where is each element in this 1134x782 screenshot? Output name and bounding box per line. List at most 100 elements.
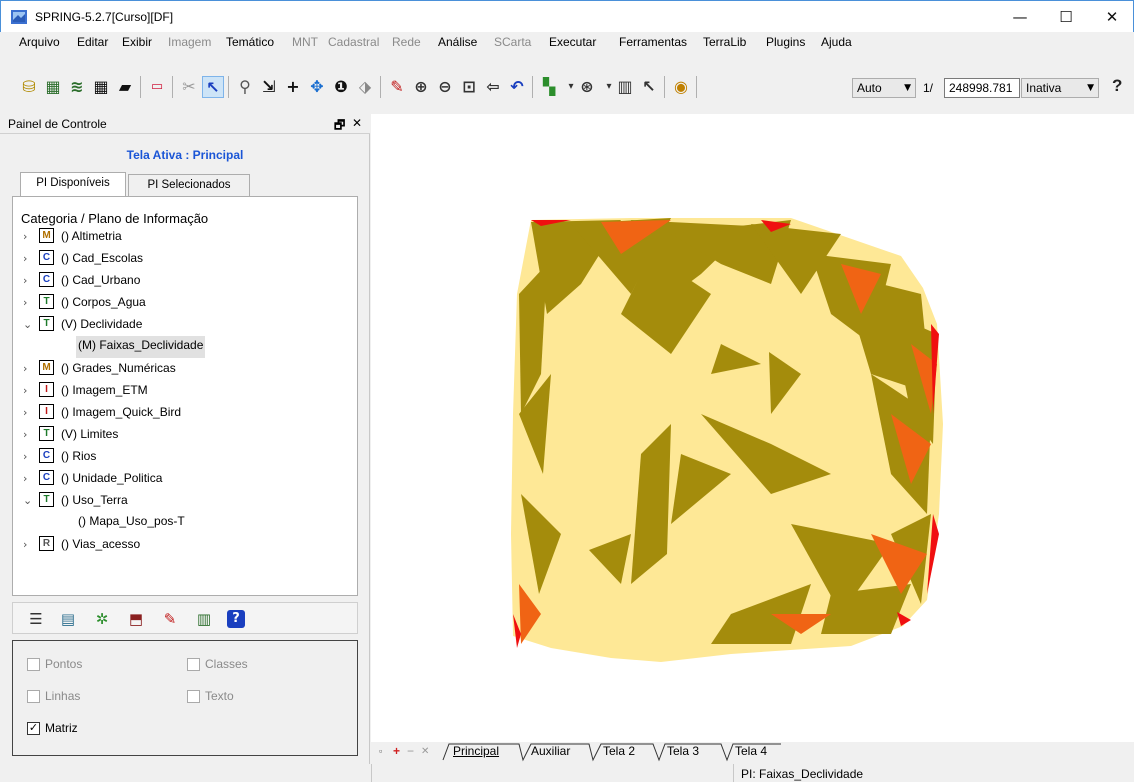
zoom-out-icon[interactable]: ⊖: [434, 76, 456, 98]
tree-item[interactable]: › I () Imagem_Quick_Bird: [23, 403, 343, 425]
remove-screen-icon[interactable]: −: [407, 744, 414, 758]
option-texto[interactable]: Texto: [187, 689, 234, 704]
cut-icon[interactable]: ✂: [178, 76, 200, 98]
menu-exibir[interactable]: Exibir: [122, 35, 152, 49]
list-icon[interactable]: ☰: [25, 608, 47, 630]
tree-item[interactable]: › R () Vias_acesso: [23, 535, 343, 557]
tree-item[interactable]: ⌄ T (V) Declividade: [23, 315, 343, 337]
menu-editar[interactable]: Editar: [77, 35, 108, 49]
tree-subitem[interactable]: () Mapa_Uso_pos-T: [76, 512, 187, 534]
tab-pi-selecionados[interactable]: PI Selecionados: [128, 174, 250, 197]
checkbox-texto[interactable]: [187, 690, 200, 704]
tree-subitem[interactable]: (M) Faixas_Declividade: [76, 336, 206, 358]
pen-icon[interactable]: ✎: [159, 608, 181, 630]
menu-ajuda[interactable]: Ajuda: [821, 35, 852, 49]
menu-mnt[interactable]: MNT: [292, 35, 318, 49]
screen-nav-icon[interactable]: ▫: [379, 746, 382, 756]
menu-imagem[interactable]: Imagem: [168, 35, 211, 49]
tree-item[interactable]: › C () Cad_Urbano: [23, 271, 343, 293]
project-icon[interactable]: ▦: [42, 76, 64, 98]
tag-icon[interactable]: ⬗: [354, 76, 376, 98]
help-icon[interactable]: ?: [227, 610, 245, 628]
window-icon[interactable]: ▭: [146, 76, 168, 98]
chevron-right-icon[interactable]: ›: [23, 230, 27, 243]
tree-item[interactable]: ⌄ T () Uso_Terra: [23, 491, 343, 513]
menu-tematico[interactable]: Temático: [226, 35, 274, 49]
edit-icon[interactable]: ⬒: [125, 608, 147, 630]
menu-cadastral[interactable]: Cadastral: [328, 35, 379, 49]
zoom-area-icon[interactable]: ⊡: [458, 76, 480, 98]
menu-executar[interactable]: Executar: [549, 35, 596, 49]
layers-icon[interactable]: ≋: [66, 76, 88, 98]
option-matriz[interactable]: ✓ Matriz: [27, 721, 78, 736]
tree-item[interactable]: › C () Cad_Escolas: [23, 249, 343, 271]
symbol-icon[interactable]: ⊛: [576, 76, 598, 98]
chevron-right-icon[interactable]: ›: [23, 362, 27, 375]
close-panel-icon[interactable]: ✕: [352, 116, 362, 130]
chevron-down-icon[interactable]: ⌄: [23, 318, 32, 331]
pointer-plus-icon[interactable]: ↖: [638, 76, 660, 98]
cursor-select-icon[interactable]: ↖: [202, 76, 224, 98]
tab-pi-disponiveis[interactable]: PI Disponíveis: [20, 172, 126, 197]
chevron-right-icon[interactable]: ›: [23, 252, 27, 265]
chart-icon[interactable]: ▥: [614, 76, 636, 98]
help-icon[interactable]: ?: [1112, 76, 1122, 96]
chevron-right-icon[interactable]: ›: [23, 406, 27, 419]
checkbox-pontos[interactable]: [27, 658, 40, 672]
legend-icon[interactable]: ▥: [193, 608, 215, 630]
checkbox-linhas[interactable]: [27, 690, 40, 704]
layer-toggle-icon[interactable]: ▚: [538, 76, 560, 98]
status-select[interactable]: Inativa ▼: [1021, 78, 1099, 98]
slope-map[interactable]: [371, 114, 1134, 742]
move-icon[interactable]: ✥: [306, 76, 328, 98]
tree-item[interactable]: › M () Grades_Numéricas: [23, 359, 343, 381]
map-canvas[interactable]: [371, 114, 1134, 742]
menu-terralib[interactable]: TerraLib: [703, 35, 746, 49]
database-icon[interactable]: ⛁: [18, 76, 40, 98]
tree-item[interactable]: › T (V) Limites: [23, 425, 343, 447]
tree-item[interactable]: › T () Corpos_Agua: [23, 293, 343, 315]
menu-plugins[interactable]: Plugins: [766, 35, 805, 49]
chevron-right-icon[interactable]: ›: [23, 472, 27, 485]
draw-icon[interactable]: ▰: [114, 76, 136, 98]
option-classes[interactable]: Classes: [187, 657, 248, 672]
checkbox-classes[interactable]: [187, 658, 200, 672]
info-icon[interactable]: ❶: [330, 76, 352, 98]
menu-scarta[interactable]: SCarta: [494, 35, 531, 49]
close-screen-icon[interactable]: ✕: [421, 746, 429, 757]
tree-item[interactable]: › C () Rios: [23, 447, 343, 469]
table-icon[interactable]: ▤: [57, 608, 79, 630]
previous-view-icon[interactable]: ⇦: [482, 76, 504, 98]
zoom-icon[interactable]: ⚲: [234, 76, 256, 98]
chevron-right-icon[interactable]: ›: [23, 450, 27, 463]
zoom-in-icon[interactable]: ⊕: [410, 76, 432, 98]
menu-ferramentas[interactable]: Ferramentas: [619, 35, 687, 49]
option-linhas[interactable]: Linhas: [27, 689, 80, 704]
tree-item[interactable]: › I () Imagem_ETM: [23, 381, 343, 403]
checkbox-matriz[interactable]: ✓: [27, 722, 40, 736]
zoom-mode-select[interactable]: Auto ▼: [852, 78, 916, 98]
tools-icon[interactable]: ✲: [91, 608, 113, 630]
scale-input[interactable]: 248998.781: [944, 78, 1020, 98]
close-button[interactable]: ✕: [1089, 1, 1134, 33]
option-pontos[interactable]: Pontos: [27, 657, 82, 672]
tree-item[interactable]: › M () Altimetria: [23, 227, 343, 249]
chevron-right-icon[interactable]: ›: [23, 274, 27, 287]
pan-down-icon[interactable]: ⇲: [258, 76, 280, 98]
maximize-button[interactable]: ☐: [1043, 1, 1089, 33]
chevron-right-icon[interactable]: ›: [23, 428, 27, 441]
undo-icon[interactable]: ↶: [506, 76, 528, 98]
add-screen-icon[interactable]: +: [393, 744, 400, 758]
menu-rede[interactable]: Rede: [392, 35, 421, 49]
pencil-icon[interactable]: ✎: [386, 76, 408, 98]
float-panel-icon[interactable]: 🗗: [334, 116, 345, 137]
menu-arquivo[interactable]: Arquivo: [19, 35, 60, 49]
chevron-right-icon[interactable]: ›: [23, 384, 27, 397]
chevron-down-icon[interactable]: ⌄: [23, 494, 32, 507]
minimize-button[interactable]: —: [997, 1, 1043, 33]
menu-analise[interactable]: Análise: [438, 35, 477, 49]
chevron-right-icon[interactable]: ›: [23, 538, 27, 551]
tree-item[interactable]: › C () Unidade_Politica: [23, 469, 343, 491]
palette-icon[interactable]: ◉: [670, 76, 692, 98]
chevron-right-icon[interactable]: ›: [23, 296, 27, 309]
